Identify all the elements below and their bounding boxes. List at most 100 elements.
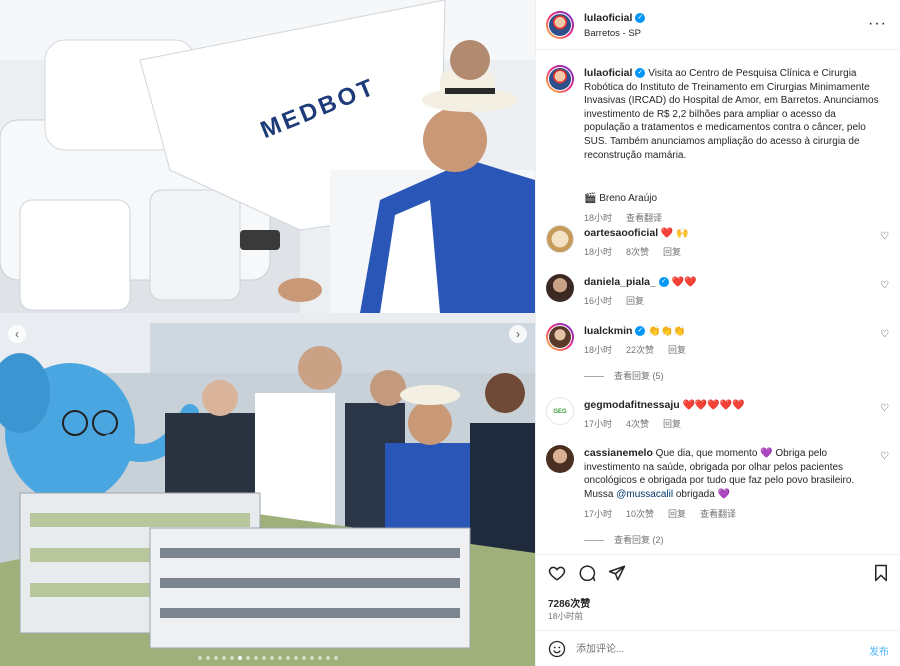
- verified-badge-icon: ✓: [635, 68, 646, 79]
- photo-medbot-robot: MEDBOT: [0, 0, 535, 313]
- translate-link[interactable]: 查看翻译: [700, 509, 736, 519]
- view-replies-label: 查看回复 (5): [614, 371, 664, 381]
- carousel-dot: [333, 656, 338, 660]
- robot-scene-illustration: [0, 0, 535, 313]
- comment-meta: 17小时 10次赞 回复 查看翻译: [584, 507, 750, 520]
- comment-body: 👏👏👏: [648, 326, 686, 337]
- carousel-dot-active: [237, 656, 242, 660]
- chevron-left-icon: ‹: [15, 327, 19, 341]
- comment-body-part2: obrigada 💜: [673, 488, 731, 500]
- comment-time: 18小时: [584, 345, 613, 355]
- comment-likes[interactable]: 10次赞: [626, 509, 654, 519]
- comment-username[interactable]: lualckmin: [584, 325, 632, 337]
- exhibit-scene-illustration: [0, 313, 535, 666]
- post-side-panel: lulaoficial ✓ Barretos - SP ··· lulaofici…: [535, 0, 900, 666]
- mention-link[interactable]: @mussacalil: [616, 489, 673, 500]
- comment-text: lualckmin ✓ 👏👏👏: [584, 325, 874, 339]
- avatar[interactable]: GEG: [546, 397, 574, 425]
- save-bookmark-icon[interactable]: [872, 564, 890, 582]
- emoji-smiley-icon[interactable]: [548, 640, 566, 658]
- like-comment-heart-icon[interactable]: ♡: [880, 403, 889, 414]
- avatar[interactable]: [546, 11, 574, 39]
- avatar[interactable]: [546, 274, 574, 302]
- post-media-carousel[interactable]: MEDBOT ‹ ›: [0, 0, 535, 666]
- view-replies-button[interactable]: 查看回复 (5): [584, 369, 664, 382]
- comment-body: ❤️❤️: [671, 277, 697, 288]
- like-comment-heart-icon[interactable]: ♡: [880, 329, 889, 340]
- comment-time: 16小时: [584, 296, 613, 306]
- comment-bubble-icon[interactable]: [578, 564, 596, 582]
- post-comment-button[interactable]: 发布: [869, 643, 889, 658]
- carousel-dot: [301, 656, 306, 660]
- reply-button[interactable]: 回复: [668, 509, 686, 519]
- carousel-dot: [317, 656, 322, 660]
- reply-button[interactable]: 回复: [663, 247, 681, 257]
- carousel-dot: [253, 656, 258, 660]
- caption-meta: 18小时 查看翻译: [584, 211, 676, 224]
- comment-username[interactable]: daniela_piala_: [584, 276, 656, 288]
- more-options-icon[interactable]: ···: [868, 15, 887, 33]
- verified-badge-icon: ✓: [635, 326, 646, 337]
- likes-count[interactable]: 7286次赞: [548, 595, 590, 610]
- comment-likes[interactable]: 22次赞: [626, 345, 654, 355]
- comment-time: 17小时: [584, 509, 613, 519]
- comment-body: ❤️❤️❤️❤️❤️: [682, 400, 745, 411]
- carousel-prev-button[interactable]: ‹: [8, 325, 26, 343]
- caption-body: Visita ao Centro de Pesquisa Clínica e C…: [584, 68, 879, 161]
- carousel-dot: [213, 656, 218, 660]
- like-heart-icon[interactable]: [548, 564, 566, 582]
- carousel-dot: [245, 656, 250, 660]
- comment-meta: 17小时 4次赞 回复: [584, 417, 695, 430]
- reply-button[interactable]: 回复: [668, 345, 686, 355]
- comment-body: ❤️ 🙌: [660, 228, 689, 239]
- avatar[interactable]: [546, 323, 574, 351]
- carousel-dot: [205, 656, 210, 660]
- carousel-dot: [309, 656, 314, 660]
- view-replies-button[interactable]: 查看回复 (2): [584, 533, 664, 546]
- avatar[interactable]: [546, 65, 574, 93]
- reply-button[interactable]: 回复: [663, 419, 681, 429]
- carousel-dot: [285, 656, 290, 660]
- avatar[interactable]: [546, 225, 574, 253]
- header-username[interactable]: lulaoficial: [584, 12, 632, 24]
- posted-time: 18小时前: [548, 611, 583, 621]
- location-link[interactable]: Barretos - SP: [584, 28, 641, 39]
- comment-text: daniela_piala_ ✓ ❤️❤️: [584, 276, 874, 290]
- comment-meta: 16小时 回复: [584, 294, 658, 307]
- comment-username[interactable]: cassianemelo: [584, 447, 653, 459]
- verified-badge-icon: ✓: [658, 277, 669, 288]
- avatar[interactable]: [546, 445, 574, 473]
- like-comment-heart-icon[interactable]: ♡: [880, 231, 889, 242]
- comment-username[interactable]: gegmodafitnessaju: [584, 399, 680, 411]
- carousel-dot: [325, 656, 330, 660]
- comment-likes[interactable]: 8次赞: [626, 247, 649, 257]
- reply-button[interactable]: 回复: [626, 296, 644, 306]
- comment-text: oartesaooficial ❤️ 🙌: [584, 227, 874, 241]
- caption-text-block: lulaoficial ✓ Visita ao Centro de Pesquis…: [584, 67, 884, 162]
- comment-text: gegmodafitnessaju ❤️❤️❤️❤️❤️: [584, 399, 874, 413]
- share-send-icon[interactable]: [608, 564, 626, 582]
- carousel-dot: [261, 656, 266, 660]
- carousel-dot: [269, 656, 274, 660]
- comment-username[interactable]: oartesaooficial: [584, 227, 658, 239]
- comment-likes[interactable]: 4次赞: [626, 419, 649, 429]
- translate-link[interactable]: 查看翻译: [626, 213, 662, 223]
- header-user: lulaoficial ✓: [584, 12, 646, 24]
- comment-input[interactable]: [576, 639, 846, 659]
- like-comment-heart-icon[interactable]: ♡: [880, 280, 889, 291]
- like-comment-heart-icon[interactable]: ♡: [880, 451, 889, 462]
- caption-username[interactable]: lulaoficial: [584, 67, 632, 79]
- comment-time: 17小时: [584, 419, 613, 429]
- chevron-right-icon: ›: [516, 327, 520, 341]
- photo-building-model: [0, 313, 535, 666]
- post-header: lulaoficial ✓ Barretos - SP ···: [536, 0, 900, 50]
- view-replies-label: 查看回复 (2): [614, 535, 664, 545]
- carousel-dots: [0, 656, 535, 660]
- carousel-dot: [197, 656, 202, 660]
- carousel-dot: [293, 656, 298, 660]
- carousel-dot: [277, 656, 282, 660]
- comment-meta: 18小时 22次赞 回复: [584, 343, 700, 356]
- carousel-next-button[interactable]: ›: [509, 325, 527, 343]
- verified-badge-icon: ✓: [635, 13, 646, 24]
- comments-scroll-area[interactable]: lulaoficial ✓ Visita ao Centro de Pesquis…: [536, 51, 900, 553]
